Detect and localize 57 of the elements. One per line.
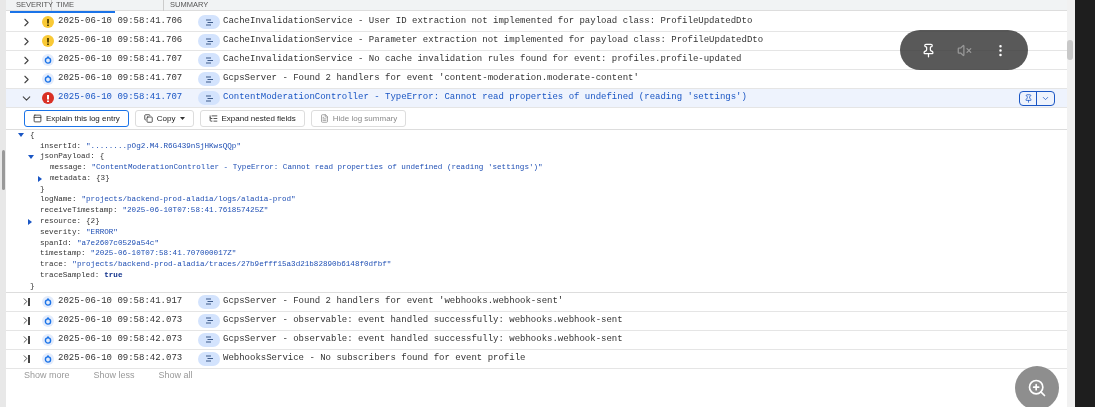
triangle-down-icon[interactable] bbox=[28, 155, 34, 159]
triangle-right-icon[interactable] bbox=[38, 175, 42, 182]
timestamp: 2025-06-10 09:58:42.073 bbox=[58, 333, 184, 347]
lines-icon bbox=[204, 18, 214, 26]
lines-icon bbox=[204, 56, 214, 64]
timestamp: 2025-06-10 09:58:41.706 bbox=[58, 34, 184, 48]
action-button[interactable]: Explain this log entry bbox=[24, 110, 129, 127]
log-row[interactable]: 2025-06-10 09:58:41.707 ContentModerationController - TypeError: Cannot read properties of undefined (reading 'settings') bbox=[6, 89, 1067, 108]
summary-chip[interactable] bbox=[198, 15, 220, 29]
action-button[interactable]: Copy bbox=[134, 110, 194, 127]
lines-icon bbox=[204, 37, 214, 45]
log-row[interactable]: 2025-06-10 09:58:41.707 GcpsServer - Found 2 handlers for event 'content-moderation.moderate-content' bbox=[6, 70, 1067, 89]
summary-chip[interactable] bbox=[198, 72, 220, 86]
timestamp: 2025-06-10 09:58:41.707 bbox=[58, 72, 184, 86]
action-icon bbox=[33, 114, 42, 123]
lines-icon bbox=[204, 317, 214, 325]
summary-chip[interactable] bbox=[198, 332, 220, 347]
summary-chip[interactable] bbox=[198, 34, 220, 48]
action-icon bbox=[143, 114, 153, 123]
scrollbar-thumb[interactable] bbox=[1067, 40, 1073, 60]
log-summary: GcpsServer - observable: event handled successfully: webhooks.webhook-sent bbox=[223, 333, 623, 347]
summary-chip[interactable] bbox=[198, 351, 220, 366]
lines-icon bbox=[204, 75, 214, 83]
log-summary: GcpsServer - Found 2 handlers for event 'content-moderation.moderate-content' bbox=[223, 72, 639, 86]
zoom-in-icon bbox=[1027, 378, 1047, 398]
log-row[interactable]: 2025-06-10 09:58:41.917 GcpsServer - Found 2 handlers for event 'webhooks.webhook-sent' bbox=[6, 292, 1067, 312]
timestamp: 2025-06-10 09:58:42.073 bbox=[58, 314, 184, 328]
log-summary: GcpsServer - Found 2 handlers for event 'webhooks.webhook-sent' bbox=[223, 295, 564, 309]
timestamp: 2025-06-10 09:58:41.917 bbox=[58, 295, 184, 309]
log-summary: CacheInvalidationService - No cache invalidation rules found for event: profiles.profile-updated bbox=[223, 53, 742, 67]
timestamp: 2025-06-10 09:58:42.073 bbox=[58, 352, 184, 366]
mute-icon[interactable] bbox=[956, 42, 972, 58]
caret-icon bbox=[179, 117, 185, 120]
summary-chip[interactable] bbox=[198, 294, 220, 309]
pin-menu-button[interactable] bbox=[1019, 90, 1055, 106]
log-summary: CacheInvalidationService - User ID extraction not implemented for payload class: ProfileUpdatedDto bbox=[223, 15, 753, 29]
log-summary: WebhooksService - No subscribers found for event profile bbox=[223, 352, 526, 366]
lines-icon bbox=[204, 94, 214, 102]
pin-icon bbox=[1023, 93, 1033, 103]
timestamp: 2025-06-10 09:58:41.707 bbox=[58, 53, 184, 67]
log-row[interactable]: 2025-06-10 09:58:41.706 CacheInvalidationService - User ID extraction not implemented for payload class: ProfileUpdatedDto bbox=[6, 13, 1067, 32]
scrollbar-thumb[interactable] bbox=[1, 150, 5, 190]
action-icon bbox=[208, 114, 218, 123]
summary-chip[interactable] bbox=[198, 53, 220, 67]
timestamp: 2025-06-10 09:58:41.706 bbox=[58, 15, 184, 29]
log-summary: GcpsServer - observable: event handled successfully: webhooks.webhook-sent bbox=[223, 314, 623, 328]
triangle-down-icon[interactable] bbox=[18, 133, 24, 138]
log-summary: CacheInvalidationService - Parameter extraction not implemented for payload class: ProfileUpdatedDto bbox=[223, 34, 764, 48]
lines-icon bbox=[204, 298, 214, 306]
log-summary: ContentModerationController - TypeError: Cannot read properties of undefined (reading 'settings') bbox=[223, 91, 747, 105]
triangle-right-icon[interactable] bbox=[28, 218, 32, 225]
timestamp: 2025-06-10 09:58:41.707 bbox=[58, 91, 184, 105]
action-icon bbox=[319, 114, 329, 123]
summary-chip[interactable] bbox=[198, 313, 220, 328]
lines-icon bbox=[204, 355, 214, 363]
action-button[interactable]: Expand nested fields bbox=[199, 110, 305, 127]
lines-icon bbox=[204, 336, 214, 344]
